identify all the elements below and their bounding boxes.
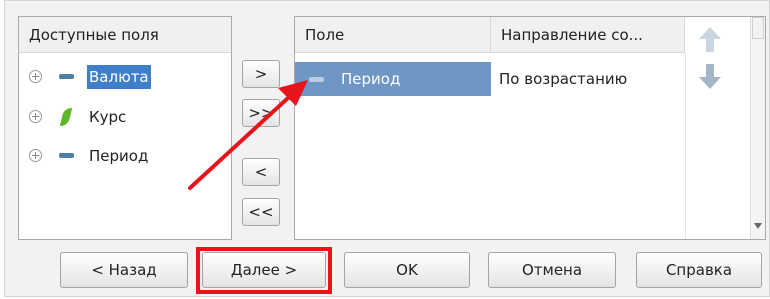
ok-button[interactable]: OK (344, 252, 470, 288)
dimension-icon (59, 153, 74, 158)
direction-cell-label: По возрастанию (499, 70, 628, 88)
resource-icon (59, 108, 73, 126)
field-item-label: Период (89, 147, 149, 165)
field-cell-label: Период (341, 70, 401, 88)
column-header-direction[interactable]: Направление со... (491, 17, 685, 53)
scroll-down-icon[interactable] (753, 221, 763, 231)
field-item-label: Курс (89, 108, 127, 126)
move-up-icon[interactable] (697, 25, 723, 55)
scrollbar[interactable] (750, 17, 765, 239)
table-row[interactable]: Период По возрастанию (295, 62, 685, 96)
annotation-arrow-icon (188, 80, 308, 190)
cancel-button[interactable]: Отмена (488, 252, 616, 288)
field-item-label: Валюта (87, 65, 151, 89)
available-fields-header: Доступные поля (19, 17, 231, 53)
table-vertical-divider (685, 53, 686, 239)
order-table-panel: Поле Направление со... Период По возраст… (294, 16, 766, 240)
back-button[interactable]: < Назад (60, 252, 188, 288)
remove-all-button[interactable]: << (242, 198, 280, 226)
expand-icon[interactable] (29, 149, 42, 162)
move-down-icon[interactable] (697, 61, 723, 91)
dimension-icon (59, 74, 74, 79)
annotation-highlight-box (196, 247, 332, 294)
expand-icon[interactable] (29, 110, 42, 123)
table-cell-direction[interactable]: По возрастанию (491, 62, 685, 96)
help-button[interactable]: Справка (636, 252, 762, 288)
scrollbar-thumb[interactable] (752, 17, 764, 39)
column-header-field[interactable]: Поле (295, 17, 491, 53)
expand-icon[interactable] (29, 70, 42, 83)
